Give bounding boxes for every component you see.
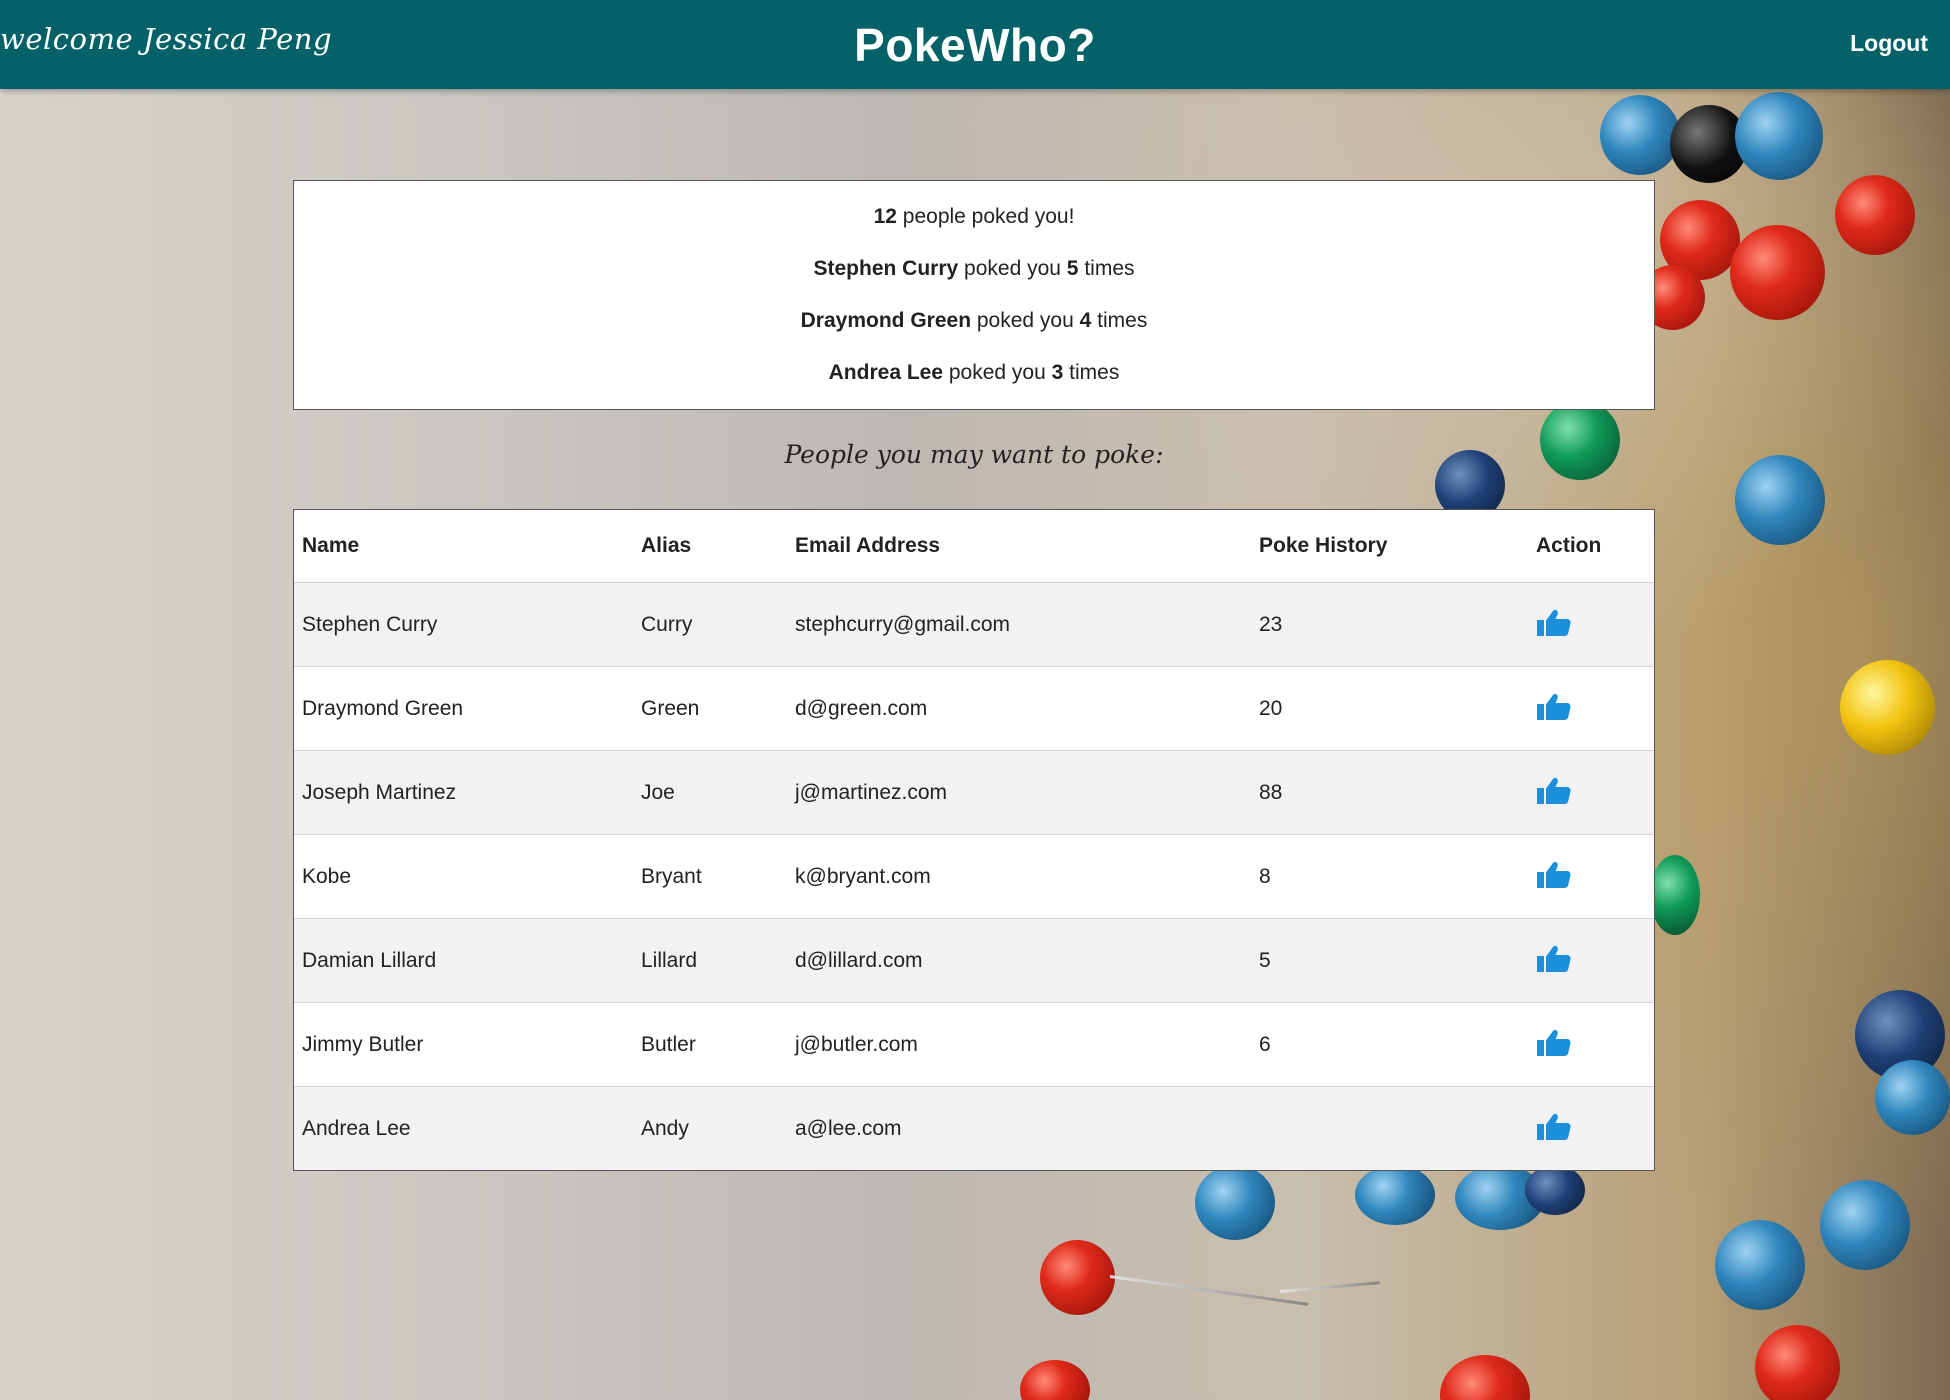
cell-poke-history [1251, 1086, 1528, 1170]
cell-action [1528, 666, 1654, 751]
map-pin [1735, 92, 1823, 180]
poker-count: 3 [1051, 361, 1064, 384]
cell-alias: Bryant [633, 834, 787, 919]
poker-line: Andrea Lee poked you 3 times [294, 347, 1654, 399]
cell-name: Damian Lillard [294, 918, 633, 1003]
map-pin [1715, 1220, 1805, 1310]
poke-thumbs-up-icon[interactable] [1536, 943, 1572, 973]
poker-text: times [1069, 361, 1120, 384]
cell-poke-history: 5 [1251, 918, 1528, 1003]
cell-alias: Andy [633, 1086, 787, 1170]
table-row: Damian Lillard Lillard d@lillard.com 5 [294, 918, 1654, 1003]
map-pin [1875, 1060, 1950, 1135]
poker-line: Draymond Green poked you 4 times [294, 295, 1654, 347]
cell-name: Joseph Martinez [294, 750, 633, 835]
poker-text: times [1084, 257, 1135, 280]
top-navbar: welcome Jessica Peng PokeWho? Logout [0, 0, 1950, 89]
table-row: Jimmy Butler Butler j@butler.com 6 [294, 1002, 1654, 1087]
table-row: Andrea Lee Andy a@lee.com [294, 1086, 1654, 1170]
map-pin [1020, 1360, 1090, 1400]
table-row: Draymond Green Green d@green.com 20 [294, 666, 1654, 751]
cell-poke-history: 23 [1251, 582, 1528, 667]
cell-email: d@lillard.com [787, 918, 1251, 1003]
poker-count: 5 [1066, 257, 1079, 280]
map-pin-needle [1109, 1275, 1309, 1306]
cell-poke-history: 8 [1251, 834, 1528, 919]
map-pin [1195, 1165, 1275, 1240]
cell-name: Andrea Lee [294, 1086, 633, 1170]
cell-name: Draymond Green [294, 666, 633, 751]
cell-alias: Joe [633, 750, 787, 835]
cell-alias: Lillard [633, 918, 787, 1003]
cell-poke-history: 20 [1251, 666, 1528, 751]
total-pokes-line: 12 people poked you! [294, 191, 1654, 243]
cell-name: Stephen Curry [294, 582, 633, 667]
poker-name: Andrea Lee [828, 361, 944, 384]
map-pin [1735, 455, 1825, 545]
poker-text: poked you [976, 309, 1074, 332]
map-pin [1835, 175, 1915, 255]
cell-poke-history: 88 [1251, 750, 1528, 835]
poke-thumbs-up-icon[interactable] [1536, 607, 1572, 637]
total-pokes-count: 12 [873, 205, 897, 228]
cell-email: j@martinez.com [787, 750, 1251, 835]
logout-button[interactable]: Logout [1850, 30, 1928, 57]
table-row: Joseph Martinez Joe j@martinez.com 88 [294, 750, 1654, 835]
cell-action [1528, 1086, 1654, 1170]
map-pin [1355, 1165, 1435, 1225]
map-pin [1820, 1180, 1910, 1270]
poke-thumbs-up-icon[interactable] [1536, 1111, 1572, 1141]
cell-email: d@green.com [787, 666, 1251, 751]
cell-email: a@lee.com [787, 1086, 1251, 1170]
poke-thumbs-up-icon[interactable] [1536, 691, 1572, 721]
map-pin [1600, 95, 1680, 175]
column-header-email: Email Address [787, 510, 1251, 583]
map-pin-needle [1279, 1281, 1380, 1293]
poker-text: poked you [948, 361, 1046, 384]
map-pin [1525, 1165, 1585, 1215]
app-title: PokeWho? [854, 19, 1096, 71]
cell-alias: Curry [633, 582, 787, 667]
cell-action [1528, 834, 1654, 919]
poker-text: poked you [964, 257, 1061, 280]
cell-action [1528, 1002, 1654, 1087]
cell-action [1528, 918, 1654, 1003]
poker-name: Draymond Green [800, 309, 972, 332]
map-pin [1040, 1240, 1115, 1315]
poke-thumbs-up-icon[interactable] [1536, 859, 1572, 889]
cell-name: Jimmy Butler [294, 1002, 633, 1087]
poke-summary-card: 12 people poked you! Stephen Curry poked… [293, 180, 1655, 410]
cell-action [1528, 750, 1654, 835]
cell-email: k@bryant.com [787, 834, 1251, 919]
map-pin [1840, 660, 1935, 755]
cell-alias: Green [633, 666, 787, 751]
map-pin [1440, 1355, 1530, 1400]
poker-text: times [1097, 309, 1148, 332]
total-pokes-text: people poked you! [902, 205, 1075, 228]
column-header-alias: Alias [633, 510, 787, 583]
map-pin [1755, 1325, 1840, 1400]
table-header-row: Name Alias Email Address Poke History Ac… [294, 510, 1654, 583]
map-pin [1650, 855, 1700, 935]
cell-email: j@butler.com [787, 1002, 1251, 1087]
poke-thumbs-up-icon[interactable] [1536, 775, 1572, 805]
cell-email: stephcurry@gmail.com [787, 582, 1251, 667]
cell-poke-history: 6 [1251, 1002, 1528, 1087]
poker-line: Stephen Curry poked you 5 times [294, 243, 1654, 295]
map-pin [1730, 225, 1825, 320]
table-row: Stephen Curry Curry stephcurry@gmail.com 23 [294, 582, 1654, 667]
cell-alias: Butler [633, 1002, 787, 1087]
suggestions-heading: People you may want to poke: [784, 440, 1164, 469]
column-header-action: Action [1528, 510, 1654, 583]
cell-action [1528, 582, 1654, 667]
cell-name: Kobe [294, 834, 633, 919]
poker-name: Stephen Curry [813, 257, 959, 280]
column-header-poke-history: Poke History [1251, 510, 1528, 583]
poke-thumbs-up-icon[interactable] [1536, 1027, 1572, 1057]
poker-count: 4 [1079, 309, 1092, 332]
suggestions-table: Name Alias Email Address Poke History Ac… [293, 509, 1655, 1171]
column-header-name: Name [294, 510, 633, 583]
table-row: Kobe Bryant k@bryant.com 8 [294, 834, 1654, 919]
